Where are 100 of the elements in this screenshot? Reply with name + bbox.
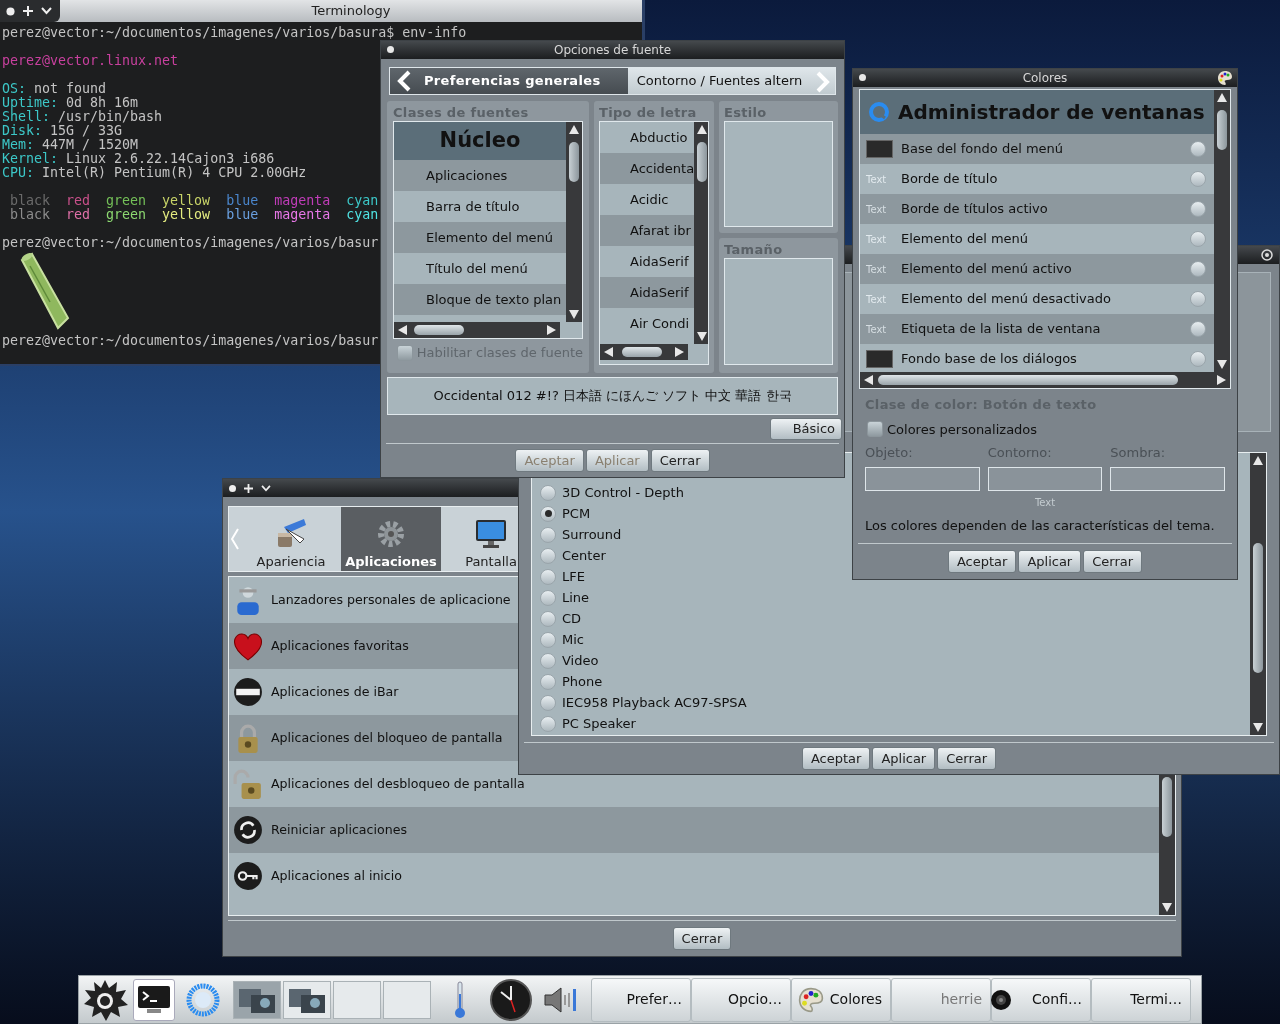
ring-icon[interactable]	[1261, 249, 1273, 261]
list-item[interactable]: Text Borde de títulos activo	[860, 194, 1214, 224]
arrow-down-icon[interactable]	[1162, 903, 1172, 912]
dot-icon[interactable]	[859, 74, 866, 81]
pager-desk[interactable]	[283, 980, 331, 1019]
task-button[interactable]: Opcio…	[691, 977, 791, 1022]
volume-icon[interactable]	[543, 984, 579, 1015]
scrollbar-thumb[interactable]	[878, 375, 1178, 385]
basic-button[interactable]: Básico	[770, 418, 842, 440]
scrollbar-thumb[interactable]	[1217, 110, 1227, 150]
arrow-up-icon[interactable]	[1217, 93, 1227, 102]
accept-button[interactable]: Aceptar	[947, 550, 1017, 573]
tab[interactable]: Aplicaciones	[341, 507, 441, 571]
list-item[interactable]: AidaSerif	[600, 277, 695, 308]
close-button[interactable]: Cerrar	[650, 449, 710, 472]
arrow-up-icon[interactable]	[697, 125, 708, 134]
arrow-down-icon[interactable]	[569, 310, 579, 319]
arrow-left-icon[interactable]	[864, 375, 873, 385]
arrow-right-icon[interactable]	[675, 347, 684, 357]
tab[interactable]: Contorno / Fuentes altern	[628, 68, 835, 94]
radio-button[interactable]	[1190, 231, 1206, 247]
arrow-left-icon[interactable]	[398, 325, 407, 335]
plus-icon[interactable]	[244, 483, 253, 493]
scrollbar-thumb[interactable]	[1162, 777, 1172, 837]
horizontal-scrollbar[interactable]	[600, 344, 688, 360]
arrow-down-icon[interactable]	[697, 332, 708, 341]
radio-button[interactable]	[1190, 351, 1206, 367]
arrow-up-icon[interactable]	[569, 125, 579, 134]
list-item[interactable]: Aplicaciones	[394, 160, 566, 191]
arrow-right-icon[interactable]	[547, 325, 556, 335]
checkbox[interactable]	[867, 421, 883, 438]
pager-desk[interactable]	[233, 980, 281, 1019]
accept-button[interactable]: Aceptar	[801, 747, 871, 770]
list-item[interactable]: Bloque de texto plan	[394, 284, 566, 315]
radio-button[interactable]	[1190, 201, 1206, 217]
radio-button[interactable]	[540, 715, 556, 732]
tab[interactable]: Preferencias generales	[390, 68, 628, 94]
radio-button[interactable]	[540, 568, 556, 585]
apply-button[interactable]: Aplicar	[1018, 550, 1082, 573]
chevron-down-icon[interactable]	[41, 7, 52, 15]
dot-icon[interactable]	[6, 6, 15, 16]
radio-button[interactable]	[540, 589, 556, 606]
close-button[interactable]: Cerrar	[1083, 550, 1143, 573]
close-button[interactable]: Cerrar	[672, 927, 732, 950]
radio-button[interactable]	[1190, 261, 1206, 277]
list-item[interactable]: Base del fondo del menú	[860, 134, 1214, 164]
dot-icon[interactable]	[229, 484, 236, 492]
list-item[interactable]: Elemento del menú	[394, 222, 566, 253]
launcher-button[interactable]	[133, 978, 175, 1021]
apply-button[interactable]: Aplicar	[872, 747, 936, 770]
radio-button[interactable]	[1190, 141, 1206, 157]
palette-icon[interactable]	[1217, 70, 1233, 86]
radio-button[interactable]	[540, 652, 556, 669]
vertical-scrollbar[interactable]	[1214, 90, 1230, 372]
scrollbar-thumb[interactable]	[622, 347, 662, 357]
list-item[interactable]: Accidenta	[600, 153, 695, 184]
list-item[interactable]: Afarat ibr	[600, 215, 695, 246]
task-button[interactable]: Confi…	[991, 977, 1091, 1022]
radio-button[interactable]	[1190, 291, 1206, 307]
task-button[interactable]: herrie	[891, 977, 991, 1022]
arrow-up-icon[interactable]	[1253, 456, 1263, 465]
radio-button[interactable]	[1190, 171, 1206, 187]
scrollbar-thumb[interactable]	[414, 325, 464, 335]
arrow-right-icon[interactable]	[1217, 375, 1226, 385]
radio-button[interactable]	[540, 631, 556, 648]
chevron-down-icon[interactable]	[261, 484, 271, 492]
task-button[interactable]: Colores	[791, 977, 891, 1022]
list-item[interactable]: Text Etiqueta de la lista de ventana	[860, 314, 1214, 344]
radio-button[interactable]	[540, 673, 556, 690]
scrollbar-thumb[interactable]	[569, 142, 579, 182]
task-button[interactable]: Prefer…	[591, 977, 691, 1022]
radio-button[interactable]	[540, 694, 556, 711]
close-button[interactable]: Cerrar	[937, 747, 997, 770]
list-item[interactable]: Reiniciar aplicaciones	[229, 807, 1159, 853]
arrow-left-icon[interactable]	[604, 347, 613, 357]
vertical-scrollbar[interactable]	[566, 122, 582, 322]
radio-button[interactable]	[540, 526, 556, 543]
dot-icon[interactable]	[387, 46, 394, 53]
radio-button[interactable]	[540, 547, 556, 564]
color-name: cyan	[346, 194, 379, 208]
color-field[interactable]	[987, 466, 1103, 491]
radio-button[interactable]	[540, 610, 556, 627]
color-field[interactable]	[865, 466, 980, 491]
plus-icon[interactable]	[23, 6, 33, 16]
color-field[interactable]	[1110, 466, 1225, 491]
list-header: Administrador de ventanas	[860, 90, 1214, 134]
vertical-scrollbar[interactable]	[694, 122, 708, 344]
arrow-down-icon[interactable]	[1253, 723, 1263, 732]
radio-button[interactable]	[540, 484, 556, 501]
task-button[interactable]: Termi…	[1091, 977, 1191, 1022]
horizontal-scrollbar[interactable]	[394, 322, 560, 338]
radio-button[interactable]	[1190, 321, 1206, 337]
radio-button[interactable]	[540, 505, 556, 522]
scrollbar-thumb[interactable]	[697, 142, 708, 182]
tab[interactable]: Apariencia	[241, 507, 341, 571]
list-item[interactable]: Text Elemento del menú activo	[860, 254, 1214, 284]
vertical-scrollbar[interactable]	[1250, 453, 1266, 735]
horizontal-scrollbar[interactable]	[860, 372, 1230, 388]
arrow-down-icon[interactable]	[1217, 360, 1227, 369]
scrollbar-thumb[interactable]	[1253, 543, 1263, 673]
